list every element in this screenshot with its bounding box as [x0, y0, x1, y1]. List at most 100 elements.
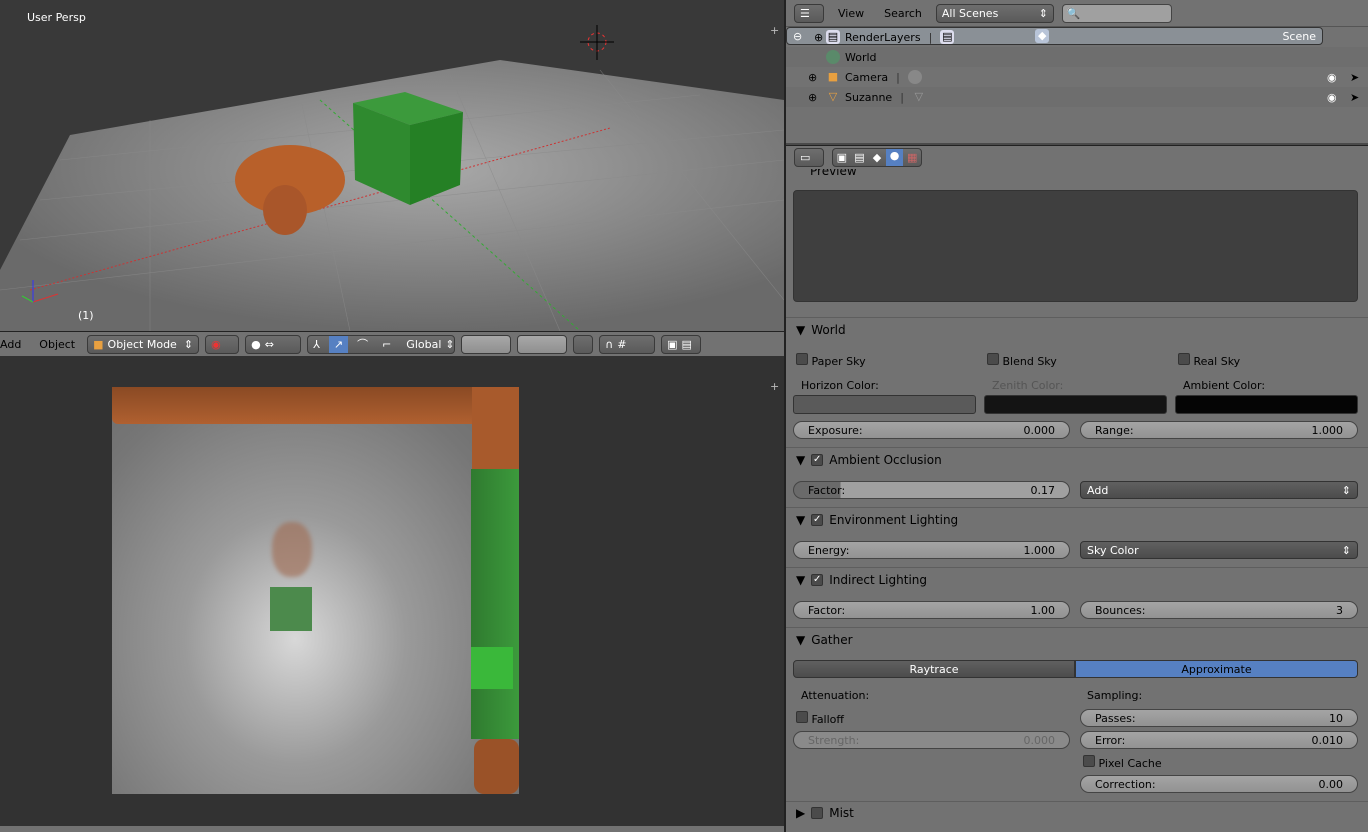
approximate-toggle[interactable]: Approximate	[1075, 660, 1358, 678]
search-input[interactable]: 🔍	[1061, 3, 1172, 23]
horizon-color-swatch[interactable]	[793, 395, 976, 414]
menu-search[interactable]: Search	[878, 7, 928, 20]
camera-icon: ■	[827, 70, 839, 83]
range-field[interactable]: Range: 1.000	[1080, 421, 1358, 439]
panel-indirect-lighting-header[interactable]: ▼ ✓ Indirect Lighting	[796, 570, 927, 590]
outliner-item-camera[interactable]: ⊕ ■ Camera | ◉ ➤	[786, 67, 1368, 87]
visibility-eye-icon[interactable]: ◉	[1327, 91, 1337, 104]
strength-field: Strength: 0.000	[793, 731, 1070, 749]
expand-icon[interactable]: ⊕	[814, 31, 826, 44]
correction-field[interactable]: Correction: 0.00	[1080, 775, 1358, 793]
world-tab-icon[interactable]: ●	[885, 149, 904, 166]
render-layers-icon: ▤	[940, 30, 955, 44]
shading-select[interactable]: ◉	[205, 334, 240, 354]
display-mode-label: All Scenes	[941, 6, 999, 20]
panel-mist-header[interactable]: ▶ Mist	[796, 803, 854, 823]
panel-ambient-occlusion-header[interactable]: ▼ ✓ Ambient Occlusion	[796, 450, 942, 470]
raytrace-toggle[interactable]: Raytrace	[793, 660, 1075, 678]
mode-select[interactable]: ■ Object Mode ⇕	[87, 334, 200, 354]
render-tab-icon[interactable]: ▣	[833, 151, 851, 164]
outliner-item-suzanne[interactable]: ⊕ ▽ Suzanne | ▽ ◉ ➤	[786, 87, 1368, 107]
visibility-eye-icon[interactable]: ◉	[1327, 71, 1337, 84]
layers-grid-2[interactable]	[517, 334, 568, 354]
error-field[interactable]: Error: 0.010	[1080, 731, 1358, 749]
transform-manipulators[interactable]: ⅄ ↗ ⌒ ⌐ Global ⇕	[307, 334, 456, 354]
render-buttons[interactable]: ▣ ▤	[661, 334, 702, 354]
render-suzanne-center	[272, 522, 312, 577]
attenuation-label: Attenuation:	[801, 689, 870, 702]
menu-object[interactable]: Object	[33, 338, 81, 351]
add-region-icon[interactable]: +	[770, 24, 779, 37]
bounces-field[interactable]: Bounces: 3	[1080, 601, 1358, 619]
magnet-icon: ∩	[605, 337, 614, 351]
selectable-cursor-icon[interactable]: ➤	[1350, 91, 1359, 104]
ao-blend-select[interactable]: Add ⇕	[1080, 481, 1358, 499]
ambient-color-label: Ambient Color:	[1183, 379, 1266, 392]
mesh-icon: ▽	[828, 90, 838, 103]
env-enable-checkbox[interactable]: ✓	[811, 514, 824, 526]
snap-controls[interactable]: ∩ #	[599, 334, 656, 354]
render-layers-tab-icon[interactable]: ▤	[851, 151, 869, 164]
outliner-item-world[interactable]: World	[786, 47, 1368, 67]
view-label: User Persp	[27, 11, 86, 24]
render-view-header	[0, 826, 784, 832]
expand-icon[interactable]: ⊕	[808, 71, 826, 84]
ao-factor-slider[interactable]: Factor: 0.17	[793, 481, 1070, 499]
panel-gather-header[interactable]: ▼ Gather	[796, 630, 853, 650]
item-label: World	[845, 50, 877, 64]
updown-icon: ⇕	[1038, 6, 1048, 20]
panel-title: World	[811, 323, 846, 337]
mode-label: Object Mode	[107, 337, 177, 351]
panel-world-header[interactable]: ▼ World	[796, 320, 846, 340]
blend-sky-checkbox[interactable]: Blend Sky	[987, 353, 1057, 368]
add-region-icon[interactable]: +	[770, 380, 779, 393]
pivot-select[interactable]: ● ⇔	[245, 334, 302, 354]
sampling-label: Sampling:	[1087, 689, 1143, 702]
properties-header: ▭ ▣ ▤ ◆ ● ▦	[786, 145, 1368, 169]
menu-add[interactable]: Add	[0, 338, 27, 351]
render-suzanne-bottom	[474, 739, 519, 794]
layers-grid-1[interactable]	[461, 334, 512, 354]
outliner-item-renderlayers[interactable]: ⊕ ▤ RenderLayers | ▤	[786, 27, 1368, 47]
env-source-select[interactable]: Sky Color ⇕	[1080, 541, 1358, 559]
scene-tab-icon[interactable]: ◆	[868, 151, 886, 164]
render-view[interactable]: +	[0, 356, 784, 826]
properties-editor: Preview ▼ World Paper Sky Blend Sky Real …	[786, 169, 1368, 832]
indirect-enable-checkbox[interactable]: ✓	[811, 574, 824, 586]
indirect-factor-field[interactable]: Factor: 1.00	[793, 601, 1070, 619]
mesh-data-icon: ▽	[914, 90, 924, 103]
ambient-color-swatch[interactable]	[1175, 395, 1358, 414]
scale-icon[interactable]: ⌐	[377, 338, 396, 351]
falloff-checkbox[interactable]: Falloff	[796, 711, 844, 726]
energy-field[interactable]: Energy: 1.000	[793, 541, 1070, 559]
orientation-select[interactable]: Global	[406, 338, 441, 351]
panel-preview-title[interactable]: Preview	[810, 169, 857, 178]
paper-sky-checkbox[interactable]: Paper Sky	[796, 353, 866, 368]
ao-enable-checkbox[interactable]: ✓	[811, 454, 824, 466]
mist-enable-checkbox[interactable]	[811, 807, 824, 819]
pixel-cache-checkbox[interactable]: Pixel Cache	[1083, 755, 1162, 770]
collapse-triangle-icon: ▼	[796, 453, 806, 467]
rotate-icon[interactable]: ⌒	[352, 336, 373, 352]
editor-type-outliner-icon[interactable]: ☰	[794, 3, 824, 23]
panel-environment-lighting-header[interactable]: ▼ ✓ Environment Lighting	[796, 510, 958, 530]
manipulator-toggle-icon[interactable]: ⅄	[308, 338, 325, 351]
menu-view[interactable]: View	[832, 7, 870, 20]
texture-tab-icon[interactable]: ▦	[903, 151, 921, 164]
selectable-cursor-icon[interactable]: ➤	[1350, 71, 1359, 84]
translate-icon[interactable]: ↗	[328, 335, 349, 353]
render-cube-center	[270, 587, 312, 631]
render-layers-icon: ▤	[826, 30, 840, 44]
collapse-triangle-icon: ▼	[796, 323, 806, 337]
passes-field[interactable]: Passes: 10	[1080, 709, 1358, 727]
cube-icon: ■	[93, 337, 104, 351]
exposure-field[interactable]: Exposure: 0.000	[793, 421, 1070, 439]
camera-data-icon	[907, 70, 922, 84]
expand-icon[interactable]: ⊕	[808, 91, 826, 104]
editor-type-properties-icon[interactable]: ▭	[794, 148, 824, 167]
lock-layers-icon[interactable]	[573, 334, 594, 354]
zenith-color-swatch[interactable]	[984, 395, 1167, 414]
display-mode-select[interactable]: All Scenes ⇕	[935, 3, 1054, 23]
real-sky-checkbox[interactable]: Real Sky	[1178, 353, 1240, 368]
3d-viewport[interactable]: User Persp (1) +	[0, 0, 784, 331]
